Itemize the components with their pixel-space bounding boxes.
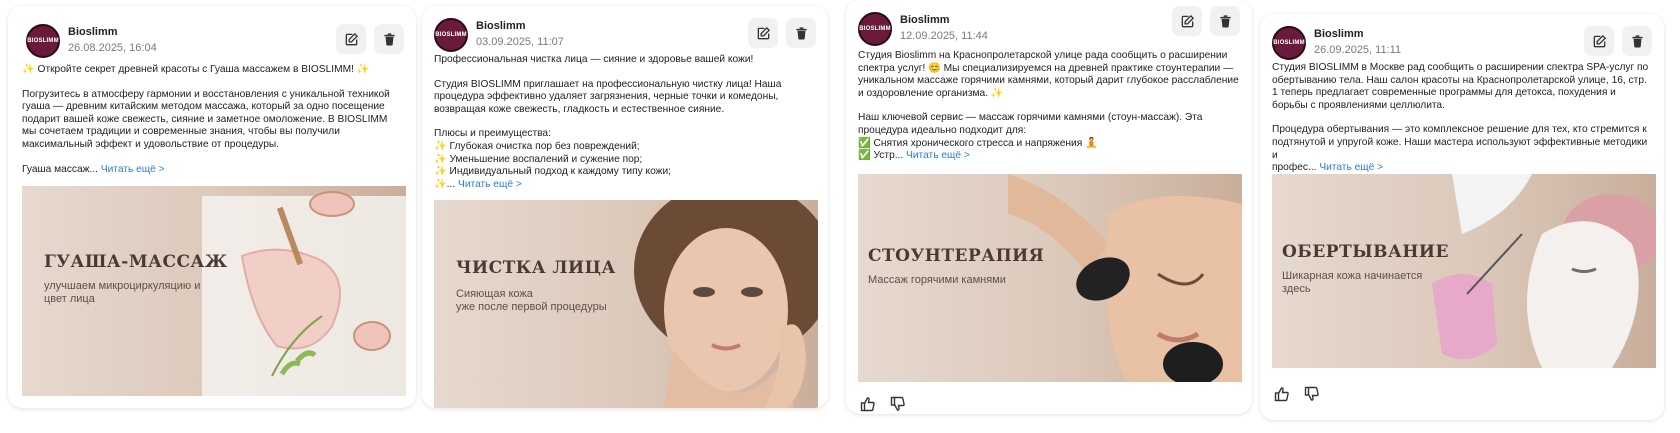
banner-subtitle: Массаж горячими камнями [868, 274, 1006, 286]
banner-subtitle: Сияющая кожа [456, 288, 533, 300]
read-more-link[interactable]: Читать ещё > [458, 179, 522, 190]
post-paragraph: Профессиональная чистка лица — сияние и … [434, 54, 754, 65]
banner-subtitle: уже после первой процедуры [456, 301, 607, 313]
post-date: 26.09.2025, 11:11 [1314, 44, 1402, 56]
banner-subtitle: здесь [1282, 283, 1311, 295]
thumbs-down-icon[interactable] [890, 396, 906, 412]
post-preview-text: ✅ Устр... [858, 150, 904, 162]
post-paragraph: Студия Bioslimm на Краснопролетарской ул… [858, 50, 1239, 99]
post-text: Студия Bioslimm на Краснопролетарской ул… [858, 50, 1240, 163]
thumbs-up-icon[interactable] [860, 396, 876, 412]
post-banner-image[interactable]: ЧИСТКА ЛИЦА Сияющая кожа уже после перво… [434, 200, 818, 408]
post-paragraph: Наш ключевой сервис — массаж горячими ка… [858, 112, 1203, 136]
banner-title: ОБЕРТЫВАНИЕ [1282, 242, 1449, 262]
edit-icon [1593, 34, 1606, 47]
trash-icon [1219, 14, 1231, 28]
edit-button[interactable] [336, 24, 366, 54]
author-name[interactable]: Bioslimm [476, 20, 526, 32]
read-more-link[interactable]: Читать ещё > [1319, 162, 1383, 173]
post-date: 03.09.2025, 11:07 [476, 36, 564, 48]
delete-button[interactable] [1622, 26, 1652, 56]
post-paragraph: Погрузитесь в атмосферу гармонии и восст… [22, 88, 390, 150]
avatar[interactable]: BIOSLIMM [1272, 26, 1306, 60]
post-preview-line: ✅ Устр... Читать ещё > [858, 150, 1240, 163]
post-card: BIOSLIMM Bioslimm 12.09.2025, 11:44 Студ… [846, 0, 1252, 414]
edit-icon [757, 26, 770, 39]
edit-button[interactable] [1584, 26, 1614, 56]
post-text: Профессиональная чистка лица — сияние и … [434, 54, 816, 191]
banner-title: ГУАША-МАССАЖ [44, 252, 228, 272]
list-item: ✨ Глубокая очистка пор без повреждений; [434, 140, 640, 152]
reactions [1274, 386, 1320, 402]
post-date: 26.08.2025, 16:04 [68, 42, 157, 54]
post-preview-text: ✨... [434, 178, 456, 190]
post-paragraph: Студия BIOSLIMM в Москве рад сообщить о … [1272, 62, 1649, 111]
post-header: BIOSLIMM Bioslimm 26.09.2025, 11:11 [1272, 26, 1652, 66]
author-name[interactable]: Bioslimm [900, 14, 950, 26]
avatar[interactable]: BIOSLIMM [26, 24, 60, 58]
read-more-link[interactable]: Читать ещё > [906, 150, 970, 161]
author-name[interactable]: Bioslimm [68, 26, 118, 38]
edit-button[interactable] [748, 18, 778, 48]
thumbs-down-icon[interactable] [1304, 386, 1320, 402]
post-paragraph: ✨ Откройте секрет древней красоты с Гуаш… [22, 64, 370, 75]
post-card: BIOSLIMM Bioslimm 26.09.2025, 11:11 Студ… [1260, 14, 1664, 420]
banner-title: СТОУНТЕРАПИЯ [868, 246, 1045, 266]
post-paragraph: Процедура обертывания — это комплексное … [1272, 124, 1648, 161]
banner-subtitle: улучшаем микроциркуляцию и цвет лица [44, 280, 201, 305]
post-banner-image[interactable]: ГУАША-МАССАЖ улучшаем микроциркуляцию и … [22, 186, 406, 396]
post-preview-text: профес... [1272, 162, 1317, 174]
delete-button[interactable] [786, 18, 816, 48]
post-card: BIOSLIMM Bioslimm 03.09.2025, 11:07 Проф… [422, 6, 828, 408]
post-paragraph: Плюсы и преимущества: [434, 128, 551, 140]
post-header: BIOSLIMM Bioslimm 26.08.2025, 16:04 [26, 24, 404, 64]
post-banner-image[interactable]: ОБЕРТЫВАНИЕ Шикарная кожа начинается зде… [1272, 174, 1656, 368]
post-banner-image[interactable]: СТОУНТЕРАПИЯ Массаж горячими камнями [858, 174, 1242, 382]
list-item: ✨ Уменьшение воспалений и сужение пор; [434, 153, 643, 165]
edit-icon [345, 32, 358, 45]
trash-icon [795, 26, 807, 40]
edit-button[interactable] [1172, 6, 1202, 36]
author-name[interactable]: Bioslimm [1314, 28, 1364, 40]
post-preview-line: Гуаша массаж... Читать ещё > [22, 164, 404, 177]
post-paragraph: Студия BIOSLIMM приглашает на профессион… [434, 78, 782, 115]
reactions [860, 396, 906, 412]
delete-button[interactable] [1210, 6, 1240, 36]
post-text: Студия BIOSLIMM в Москве рад сообщить о … [1272, 62, 1652, 175]
banner-subtitle: Шикарная кожа начинается [1282, 270, 1423, 282]
post-preview-line: ✨... Читать ещё > [434, 179, 816, 192]
trash-icon [383, 32, 395, 46]
delete-button[interactable] [374, 24, 404, 54]
post-date: 12.09.2025, 11:44 [900, 30, 988, 42]
post-preview-line: профес... Читать ещё > [1272, 162, 1652, 175]
post-header: BIOSLIMM Bioslimm 12.09.2025, 11:44 [858, 6, 1240, 52]
banner-title: ЧИСТКА ЛИЦА [456, 258, 616, 278]
avatar[interactable]: BIOSLIMM [434, 18, 468, 52]
thumbs-up-icon[interactable] [1274, 386, 1290, 402]
avatar[interactable]: BIOSLIMM [858, 12, 892, 46]
trash-icon [1631, 34, 1643, 48]
list-item: ✨ Индивидуальный подход к каждому типу к… [434, 166, 671, 178]
edit-icon [1181, 14, 1194, 27]
post-text: ✨ Откройте секрет древней красоты с Гуаш… [22, 64, 404, 176]
post-preview-text: Гуаша массаж... [22, 163, 98, 175]
list-item: ✅ Снятия хронического стресса и напряжен… [858, 137, 1098, 149]
read-more-link[interactable]: Читать ещё > [101, 164, 165, 175]
post-header: BIOSLIMM Bioslimm 03.09.2025, 11:07 [434, 18, 816, 58]
post-card: BIOSLIMM Bioslimm 26.08.2025, 16:04 ✨ От… [8, 6, 416, 408]
